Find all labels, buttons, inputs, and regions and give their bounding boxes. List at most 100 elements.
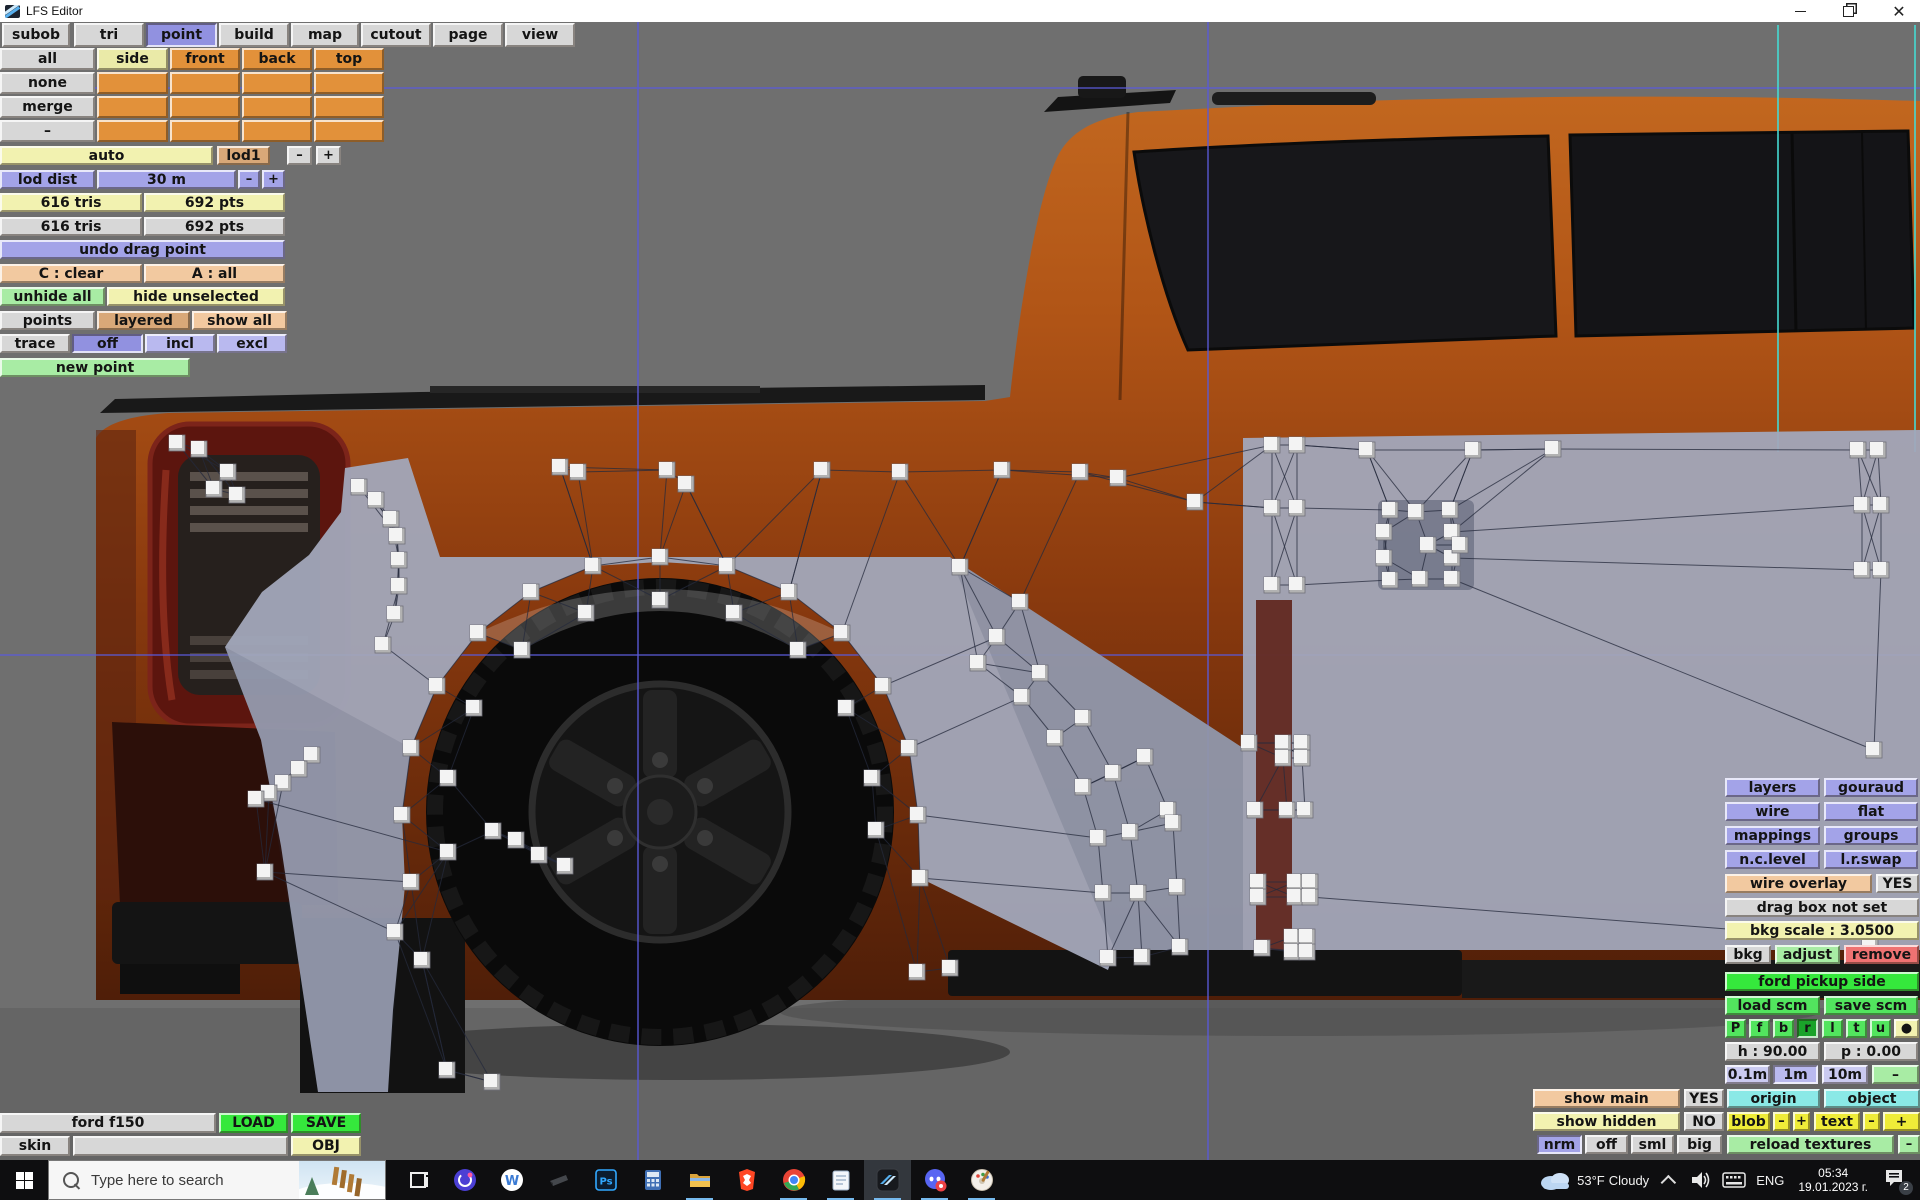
minimize-button[interactable]	[1783, 0, 1817, 22]
notepad-taskbar-icon[interactable]	[817, 1160, 864, 1200]
f-button[interactable]: f	[1749, 1019, 1770, 1038]
mesh-point[interactable]	[1122, 824, 1138, 840]
tray-condition[interactable]: Cloudy	[1609, 1173, 1649, 1188]
0-1m-button[interactable]: 0.1m	[1725, 1065, 1770, 1084]
mesh-point[interactable]	[864, 770, 880, 786]
mesh-point[interactable]	[570, 464, 586, 480]
p-button[interactable]: P	[1725, 1019, 1746, 1038]
mesh-point[interactable]	[781, 584, 797, 600]
mesh-point[interactable]	[1359, 442, 1375, 458]
mesh-point[interactable]	[994, 462, 1010, 478]
mesh-point[interactable]	[351, 479, 367, 495]
1m-button[interactable]: 1m	[1773, 1065, 1818, 1084]
text-button[interactable]: text	[1814, 1112, 1860, 1131]
mesh-point[interactable]	[484, 1074, 500, 1090]
button-button[interactable]: +	[1883, 1112, 1920, 1131]
mesh-point[interactable]	[1850, 442, 1866, 458]
mesh-point[interactable]	[466, 700, 482, 716]
off-button[interactable]: off	[1585, 1135, 1628, 1154]
mesh-point[interactable]	[1134, 949, 1150, 965]
mesh-point[interactable]	[1376, 550, 1392, 566]
mesh-point[interactable]	[1866, 742, 1882, 758]
mesh-point[interactable]	[387, 606, 403, 622]
mesh-point[interactable]	[1412, 571, 1428, 587]
button-button[interactable]	[242, 96, 312, 118]
excl-button[interactable]: excl	[217, 334, 287, 353]
mesh-point[interactable]	[429, 678, 445, 694]
search-highlight-winter-icon[interactable]	[299, 1161, 385, 1199]
mesh-point[interactable]	[578, 605, 594, 621]
b-button[interactable]: b	[1773, 1019, 1794, 1038]
view-button[interactable]: view	[505, 23, 575, 47]
mesh-point[interactable]	[557, 858, 573, 874]
drag-box-not-set-button[interactable]: drag box not set	[1725, 898, 1919, 917]
mesh-point[interactable]	[257, 864, 273, 880]
side-button[interactable]: side	[97, 48, 168, 70]
mesh-point[interactable]	[1130, 885, 1146, 901]
mesh-point[interactable]	[942, 960, 958, 976]
trace-button[interactable]: trace	[0, 334, 70, 353]
30-m-button[interactable]: 30 m	[97, 170, 236, 189]
chrome-taskbar-icon[interactable]	[770, 1160, 817, 1200]
mesh-point[interactable]	[1444, 571, 1460, 587]
auto-button[interactable]: auto	[0, 146, 213, 165]
mesh-point[interactable]	[1250, 874, 1266, 890]
mesh-point[interactable]	[1299, 929, 1315, 945]
button-button[interactable]: –	[1872, 1065, 1919, 1084]
l-button[interactable]: l	[1822, 1019, 1843, 1038]
mesh-point[interactable]	[1408, 504, 1424, 520]
mesh-point[interactable]	[726, 605, 742, 621]
button-button[interactable]: +	[262, 170, 285, 189]
off-button[interactable]: off	[72, 334, 143, 353]
load-button[interactable]: LOAD	[219, 1113, 288, 1133]
692-pts-button[interactable]: 692 pts	[144, 193, 285, 212]
button-button[interactable]: –	[1773, 1112, 1790, 1131]
a-all-button[interactable]: A : all	[144, 264, 285, 283]
mesh-point[interactable]	[1873, 562, 1889, 578]
mesh-point[interactable]	[912, 870, 928, 886]
mesh-point[interactable]	[1014, 689, 1030, 705]
mesh-point[interactable]	[389, 528, 405, 544]
mesh-point[interactable]	[868, 822, 884, 838]
c-clear-button[interactable]: C : clear	[0, 264, 142, 283]
big-button[interactable]: big	[1677, 1135, 1722, 1154]
photoshop-taskbar-icon[interactable]: Ps	[582, 1160, 629, 1200]
mesh-point[interactable]	[719, 558, 735, 574]
mesh-point[interactable]	[1382, 502, 1398, 518]
mesh-point[interactable]	[909, 964, 925, 980]
mesh-point[interactable]	[1376, 524, 1392, 540]
unhide-all-button[interactable]: unhide all	[0, 287, 105, 306]
task-view-taskbar-icon[interactable]	[394, 1160, 441, 1200]
mesh-point[interactable]	[1302, 889, 1318, 905]
bkg-scale-3-0500-button[interactable]: bkg scale : 3.0500	[1725, 921, 1919, 940]
flat-button[interactable]: flat	[1824, 802, 1918, 821]
sml-button[interactable]: sml	[1631, 1135, 1674, 1154]
tray-temperature[interactable]: 53°F	[1577, 1173, 1605, 1188]
wire-button[interactable]: wire	[1725, 802, 1820, 821]
mesh-point[interactable]	[1047, 730, 1063, 746]
mesh-point[interactable]	[368, 492, 384, 508]
bkg-button[interactable]: bkg	[1725, 945, 1771, 964]
mesh-point[interactable]	[1247, 802, 1263, 818]
adjust-button[interactable]: adjust	[1775, 945, 1840, 964]
button-button[interactable]: ●	[1894, 1019, 1919, 1038]
paint-taskbar-icon[interactable]	[958, 1160, 1005, 1200]
mesh-point[interactable]	[659, 462, 675, 478]
mesh-point[interactable]	[585, 558, 601, 574]
incl-button[interactable]: incl	[145, 334, 215, 353]
mesh-point[interactable]	[291, 761, 307, 777]
mesh-point[interactable]	[220, 464, 236, 480]
mesh-point[interactable]	[652, 549, 668, 565]
hide-unselected-button[interactable]: hide unselected	[107, 287, 285, 306]
button-button[interactable]: –	[0, 120, 95, 142]
button-button[interactable]	[73, 1136, 288, 1156]
gouraud-button[interactable]: gouraud	[1824, 778, 1918, 797]
692-pts-button[interactable]: 692 pts	[144, 217, 285, 236]
mesh-point[interactable]	[1854, 497, 1870, 513]
restore-button[interactable]	[1831, 0, 1865, 22]
r-button[interactable]: r	[1797, 1019, 1818, 1038]
mesh-point[interactable]	[1095, 885, 1111, 901]
h-90-00-button[interactable]: h : 90.00	[1725, 1042, 1820, 1061]
no-button[interactable]: NO	[1684, 1112, 1724, 1131]
mesh-point[interactable]	[191, 441, 207, 457]
